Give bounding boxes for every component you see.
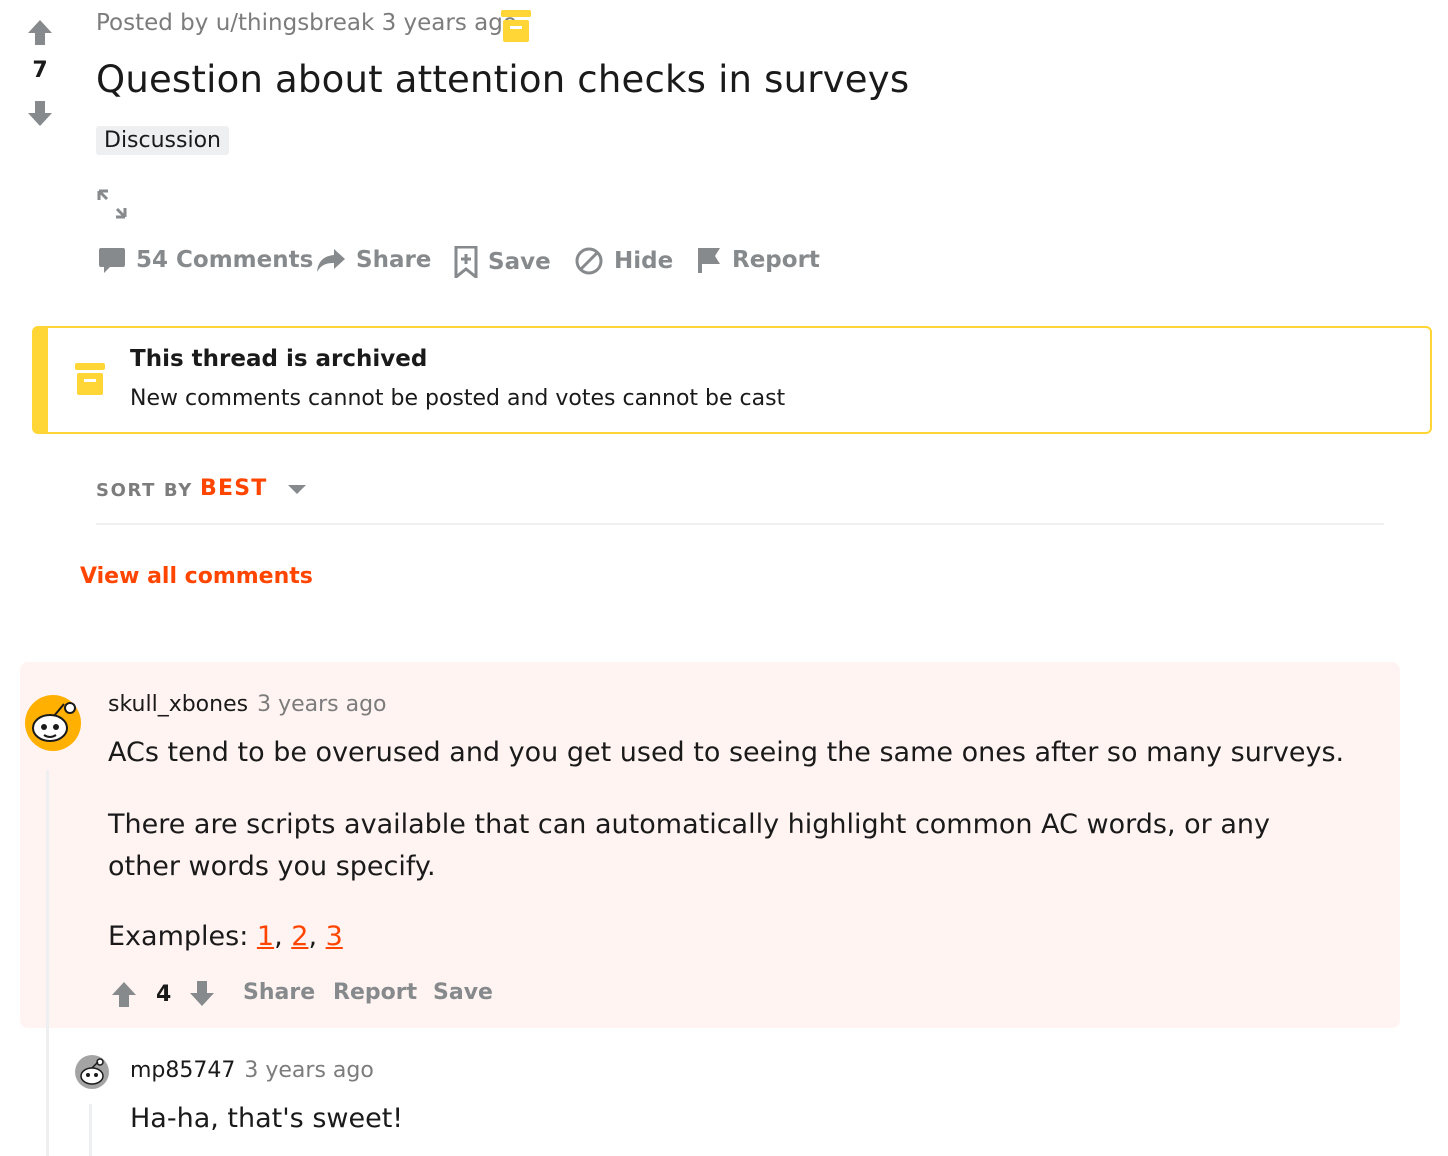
share-label: Share <box>356 247 432 273</box>
report-label: Report <box>732 247 820 273</box>
comment-paragraph: ACs tend to be overused and you get used… <box>108 737 1345 768</box>
comment-report-button[interactable]: Report <box>333 980 417 1005</box>
example-link-1[interactable]: 1 <box>257 921 274 952</box>
save-label: Save <box>488 249 551 275</box>
thread-line[interactable] <box>89 1104 92 1156</box>
comment-share-button[interactable]: Share <box>243 980 315 1005</box>
thread-line[interactable] <box>46 770 49 1156</box>
comment-time[interactable]: 3 years ago <box>244 1058 373 1083</box>
archive-icon <box>75 363 105 395</box>
example-link-3[interactable]: 3 <box>326 921 343 952</box>
sort-value: BEST <box>200 476 268 501</box>
archived-subtitle: New comments cannot be posted and votes … <box>130 386 786 411</box>
avatar[interactable] <box>74 1054 110 1090</box>
sort-dropdown[interactable]: BEST <box>200 476 307 501</box>
comment-author[interactable]: mp85747 <box>130 1058 235 1083</box>
post-flair[interactable]: Discussion <box>96 126 229 155</box>
examples-label: Examples: <box>108 921 257 952</box>
comment-author[interactable]: skull_xbones <box>108 692 248 717</box>
sort-divider <box>96 523 1384 525</box>
downvote-arrow-icon[interactable] <box>188 980 216 1008</box>
expand-icon[interactable] <box>96 188 128 220</box>
share-icon <box>317 249 345 272</box>
upvote-arrow-icon[interactable] <box>26 18 54 46</box>
example-link-2[interactable]: 2 <box>291 921 308 952</box>
archived-banner: This thread is archived New comments can… <box>32 326 1432 434</box>
comment-body: Ha-ha, that's sweet! <box>130 1103 404 1134</box>
archive-icon <box>501 10 531 42</box>
comments-button[interactable]: 54 Comments <box>98 246 313 274</box>
post-score: 7 <box>32 58 48 83</box>
comments-label: 54 Comments <box>136 247 314 273</box>
view-all-comments-link[interactable]: View all comments <box>80 564 313 589</box>
chevron-down-icon <box>288 484 307 494</box>
bookmark-icon <box>454 246 478 278</box>
save-button[interactable]: Save <box>454 246 551 278</box>
post-meta: Posted by u/thingsbreak 3 years ago <box>96 10 517 36</box>
comment-save-button[interactable]: Save <box>433 980 493 1005</box>
upvote-arrow-icon[interactable] <box>110 980 138 1008</box>
avatar[interactable] <box>24 694 82 752</box>
flag-icon <box>698 248 720 273</box>
sort-label: SORT BY <box>96 480 193 501</box>
post-title[interactable]: Question about attention checks in surve… <box>96 58 909 101</box>
archived-title: This thread is archived <box>130 346 428 372</box>
comment-time[interactable]: 3 years ago <box>257 692 386 717</box>
downvote-arrow-icon[interactable] <box>26 100 54 128</box>
hide-label: Hide <box>614 248 674 274</box>
comment-icon <box>99 248 125 273</box>
comment-examples: Examples: 1, 2, 3 <box>108 921 343 952</box>
hide-icon <box>575 247 603 275</box>
hide-button[interactable]: Hide <box>574 246 673 276</box>
comment-paragraph: There are scripts available that can aut… <box>108 809 1270 882</box>
report-button[interactable]: Report <box>696 246 820 274</box>
share-button[interactable]: Share <box>316 246 431 274</box>
comment-score: 4 <box>156 982 172 1007</box>
